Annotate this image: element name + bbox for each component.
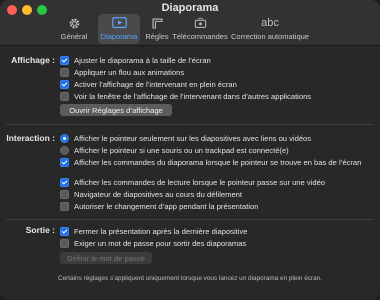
interaction-section-label: Interaction : [6,133,55,143]
slideshow-icon [98,16,140,30]
checkbox-slideshow-controls[interactable]: Afficher les commandes du diaporama lors… [60,157,361,168]
affichage-section-label: Affichage : [11,55,55,65]
checkbox-playback-controls[interactable]: Afficher les commandes de lecture lorsqu… [60,177,325,188]
gear-icon [54,16,94,30]
preferences-window: Diaporama Général Diaporama Règles Téléc… [0,0,380,300]
tab-label: Diaporama [100,32,138,41]
set-password-button[interactable]: Définir le mot de passe [60,252,152,264]
tab-label: Général [60,32,88,41]
divider [6,124,374,125]
radio-button[interactable] [60,146,69,155]
checkbox-blur-animations[interactable]: Appliquer un flou aux animations [60,67,184,78]
checkbox[interactable] [60,158,69,167]
tab-label: Règles [145,32,169,41]
tab-autocorrection[interactable]: abc Correction automatique [229,14,311,44]
checkbox-require-password[interactable]: Exiger un mot de passe pour sortir des d… [60,238,246,249]
checkbox[interactable] [60,68,69,77]
title-bar: Diaporama Général Diaporama Règles Téléc… [0,0,380,46]
radio-pointer-links-videos[interactable]: Afficher le pointeur seulement sur les d… [60,133,311,144]
checkbox[interactable] [60,202,69,211]
ruler-icon [142,16,172,30]
tab-rulers[interactable]: Règles [142,14,172,44]
checkbox-slide-navigator[interactable]: Navigateur de diapositives au cours du d… [60,189,242,200]
checkbox[interactable] [60,80,69,89]
checkbox[interactable] [60,178,69,187]
sortie-section-label: Sortie : [25,225,55,235]
tab-label: Télécommandes [172,32,228,41]
radio-pointer-mouse-trackpad[interactable]: Afficher le pointeur si une souris ou un… [60,145,289,156]
tab-slideshow[interactable]: Diaporama [98,14,140,44]
divider [6,219,374,220]
checkbox-presenter-fullscreen[interactable]: Activer l’affichage de l’intervenant en … [60,79,237,90]
window-title: Diaporama [161,2,219,14]
checkbox[interactable] [60,56,69,65]
tab-remotes[interactable]: Télécommandes [172,14,228,44]
remote-icon [172,16,228,30]
footer-note: Certains réglages s’appliquent uniquemen… [58,275,322,282]
checkbox-close-after-last-slide[interactable]: Fermer la présentation après la dernière… [60,226,247,237]
checkbox-presenter-other-apps[interactable]: Voir la fenêtre de l’affichage de l’inte… [60,91,311,102]
checkbox[interactable] [60,190,69,199]
checkbox-allow-app-switch[interactable]: Autoriser le changement d’app pendant la… [60,201,259,212]
checkbox[interactable] [60,92,69,101]
abc-icon: abc [261,17,279,29]
checkbox[interactable] [60,239,69,248]
open-display-settings-button[interactable]: Ouvrir Réglages d’affichage [60,104,172,116]
checkbox-fit-slideshow[interactable]: Ajuster le diaporama à la taille de l’éc… [60,55,211,66]
checkbox[interactable] [60,227,69,236]
tab-general[interactable]: Général [54,14,94,44]
radio-button[interactable] [60,134,69,143]
tab-label: Correction automatique [231,32,309,41]
